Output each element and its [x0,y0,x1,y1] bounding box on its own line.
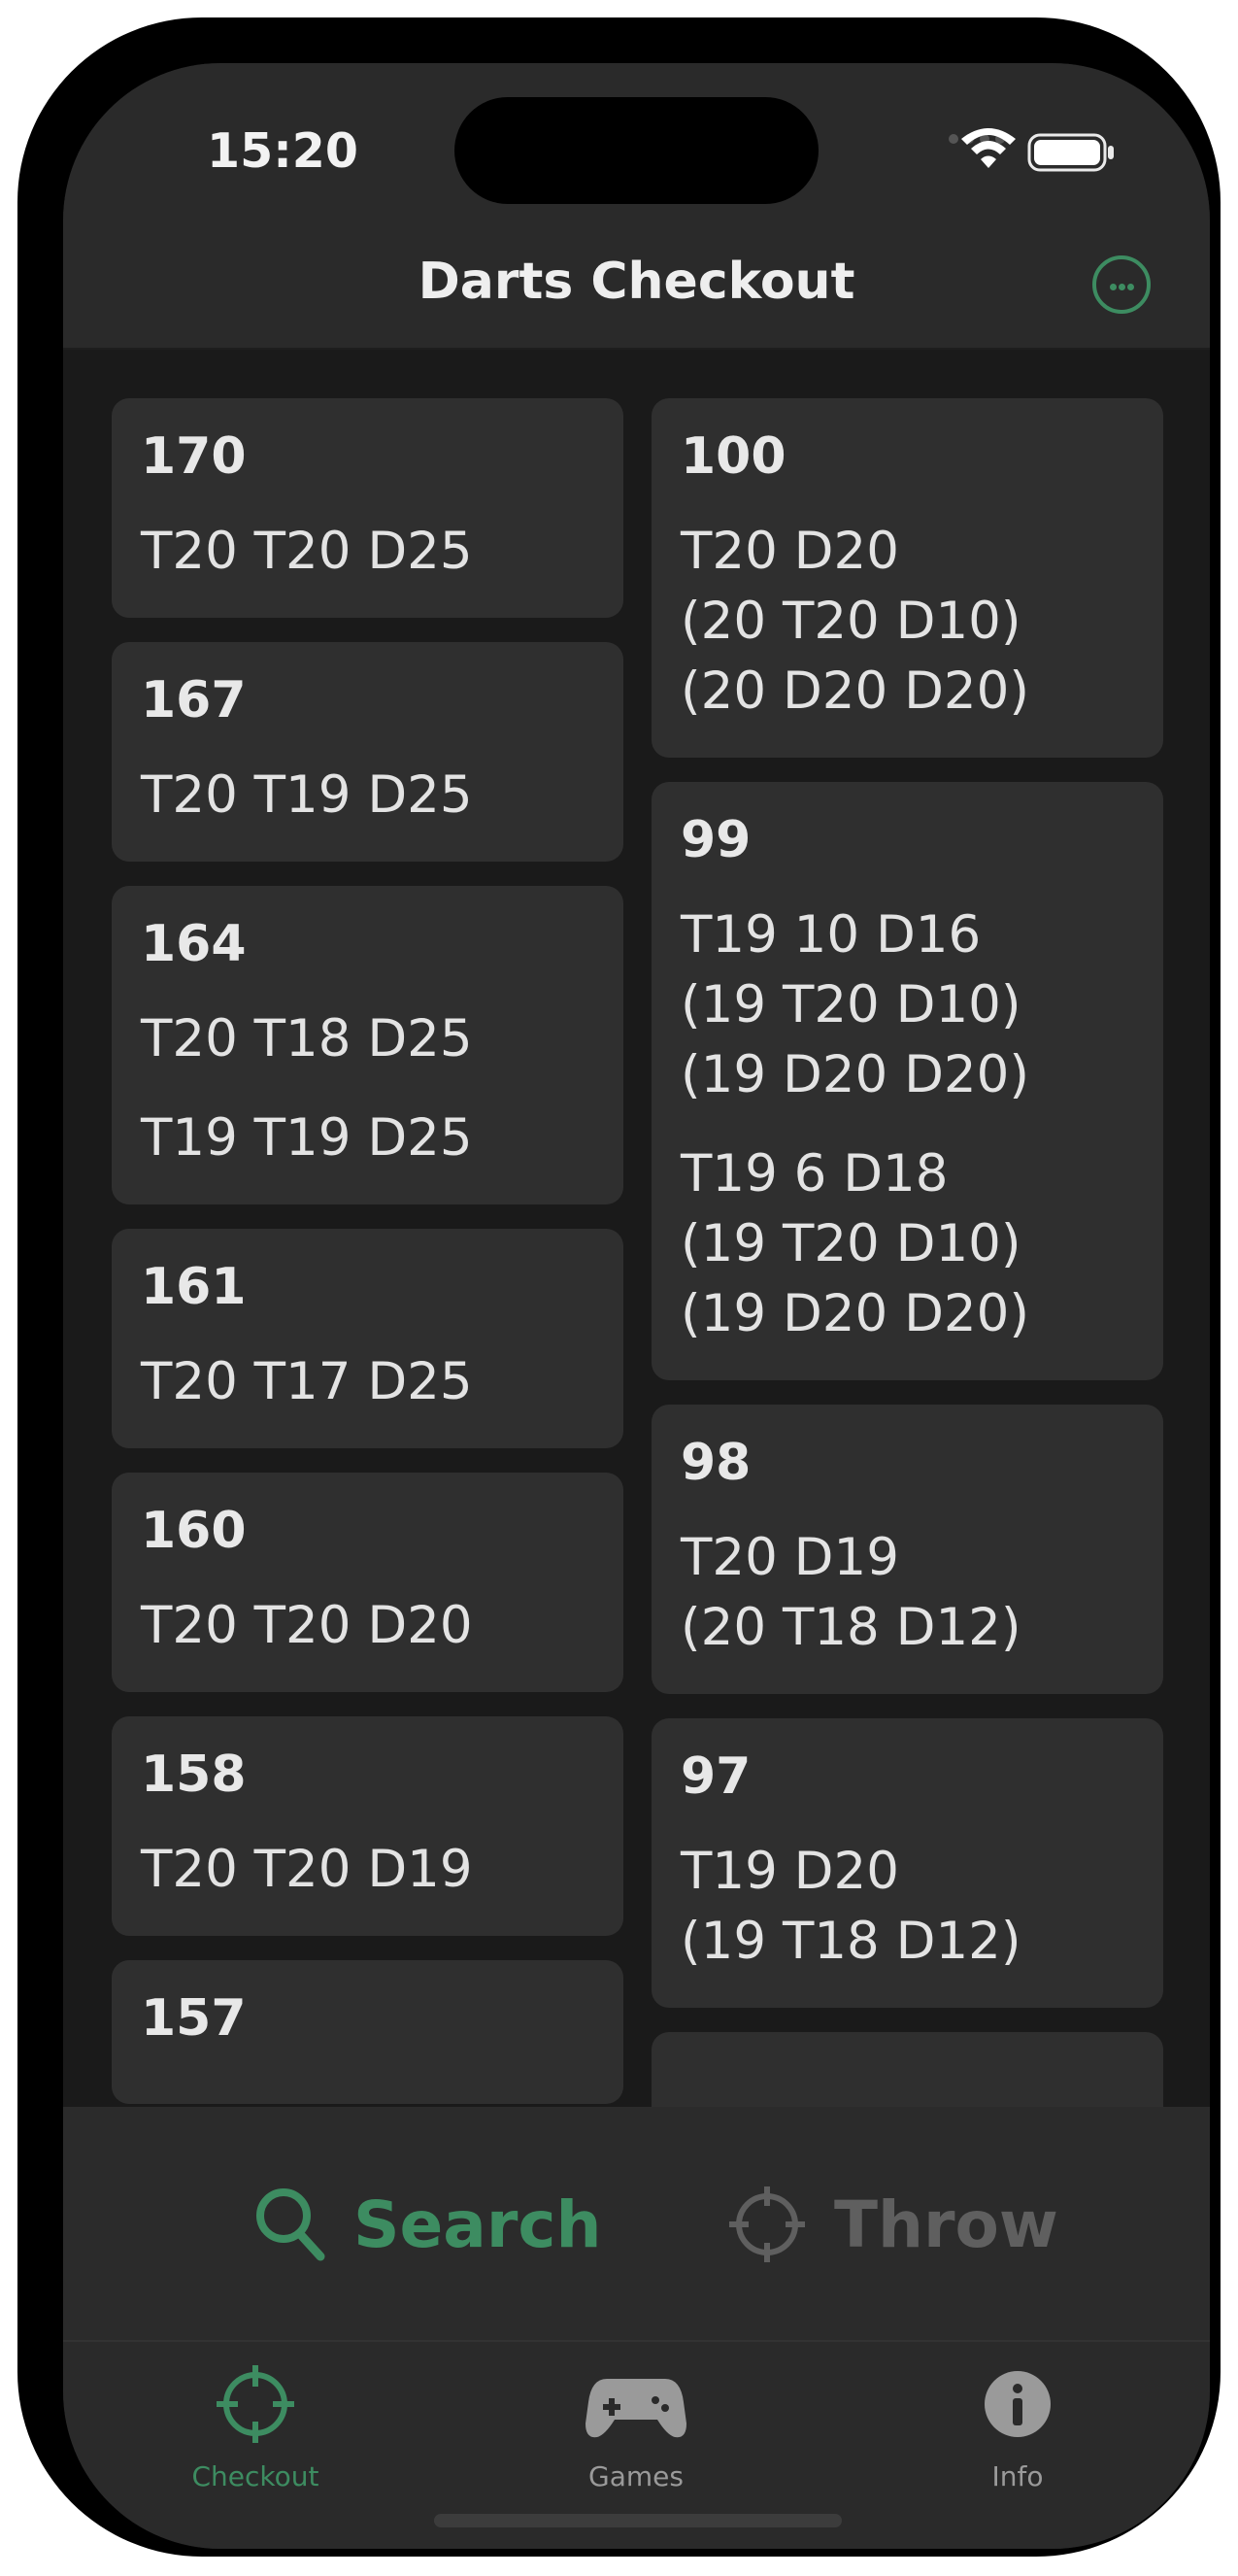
wifi-icon [961,128,1016,168]
checkout-card[interactable]: 97 T19 D20 (19 T18 D12) [652,1718,1163,2008]
more-options-button[interactable] [1092,255,1151,314]
home-indicator[interactable] [434,2514,842,2527]
checkout-route: T20 T20 D20 [141,1596,473,1655]
gamecontroller-icon [586,2379,686,2438]
checkout-score: 100 [681,427,786,486]
info-icon [985,2371,1051,2437]
tab-label: Checkout [191,2460,319,2492]
more-icon-dot [1119,284,1125,290]
search-icon [256,2188,325,2261]
mode-selector: Search Throw [63,2107,1210,2340]
checkout-route: T19 6 D18 (19 T20 D10) (19 D20 D20) [681,1144,1029,1343]
checkout-route: T19 D20 (19 T18 D12) [681,1842,1021,1971]
checkout-list[interactable]: 170 T20 T20 D25 167 T20 T19 D25 164 T20 … [112,398,1163,2108]
app-screen: Darts Checkout 15:20 170 T20 T20 D25 167… [63,63,1210,2549]
crosshair-icon [729,2186,805,2262]
checkout-card[interactable]: 98 T20 D19 (20 T18 D12) [652,1405,1163,1694]
checkout-route: T20 D19 (20 T18 D12) [681,1528,1021,1657]
page-title: Darts Checkout [418,253,855,311]
checkout-score: 157 [141,1989,247,2048]
checkout-card[interactable] [652,2032,1163,2108]
checkout-card[interactable]: 158 T20 T20 D19 [112,1716,623,1936]
checkout-score: 98 [681,1434,752,1492]
checkout-card[interactable]: 164 T20 T18 D25 T19 T19 D25 [112,886,623,1204]
throw-mode-label: Throw [834,2186,1058,2262]
tab-games[interactable]: Games [515,2363,757,2492]
tab-label: Games [588,2460,684,2492]
phone-frame: Darts Checkout 15:20 170 T20 T20 D25 167… [17,17,1221,2557]
checkout-route: T20 T20 D19 [141,1840,473,1899]
checkout-card[interactable]: 160 T20 T20 D20 [112,1473,623,1692]
checkout-score: 167 [141,671,247,729]
status-time: 15:20 [207,123,358,179]
checkout-column-left: 170 T20 T20 D25 167 T20 T19 D25 164 T20 … [112,398,623,2108]
checkout-score: 170 [141,427,247,486]
checkout-score: 164 [141,915,247,973]
checkout-card[interactable]: 170 T20 T20 D25 [112,398,623,618]
checkout-route: T20 T20 D25 [141,522,473,581]
checkout-score: 97 [681,1747,752,1806]
search-mode-button[interactable]: Search [254,2181,602,2268]
checkout-route: T20 T17 D25 [141,1352,473,1411]
throw-mode-button[interactable]: Throw [727,2181,1058,2268]
checkout-score: 161 [141,1258,247,1316]
checkout-card[interactable]: 167 T20 T19 D25 [112,642,623,862]
dynamic-island [454,97,819,204]
checkout-route: T19 T19 D25 [141,1108,473,1168]
checkout-route: T20 T19 D25 [141,765,473,825]
checkout-card[interactable]: 99 T19 10 D16 (19 T20 D10) (19 D20 D20) … [652,782,1163,1380]
checkout-card[interactable]: 157 [112,1960,623,2104]
more-icon [1110,284,1117,290]
crosshair-icon [217,2365,294,2443]
search-mode-label: Search [353,2186,602,2262]
more-icon-dot [1127,284,1134,290]
tab-info[interactable]: Info [896,2363,1139,2492]
checkout-score: 158 [141,1746,247,1804]
checkout-score: 160 [141,1502,247,1560]
checkout-column-right: 100 T20 D20 (20 T20 D10) (20 D20 D20) 99… [652,398,1163,2108]
checkout-card[interactable]: 161 T20 T17 D25 [112,1229,623,1448]
checkout-score: 99 [681,811,752,869]
battery-icon [1027,133,1114,172]
checkout-route: T20 D20 (20 T20 D10) (20 D20 D20) [681,522,1029,721]
checkout-route: T19 10 D16 (19 T20 D10) (19 D20 D20) [681,905,1029,1104]
tab-checkout[interactable]: Checkout [134,2363,377,2492]
tab-label: Info [991,2460,1044,2492]
checkout-card[interactable]: 100 T20 D20 (20 T20 D10) (20 D20 D20) [652,398,1163,758]
checkout-route: T20 T18 D25 [141,1009,473,1068]
